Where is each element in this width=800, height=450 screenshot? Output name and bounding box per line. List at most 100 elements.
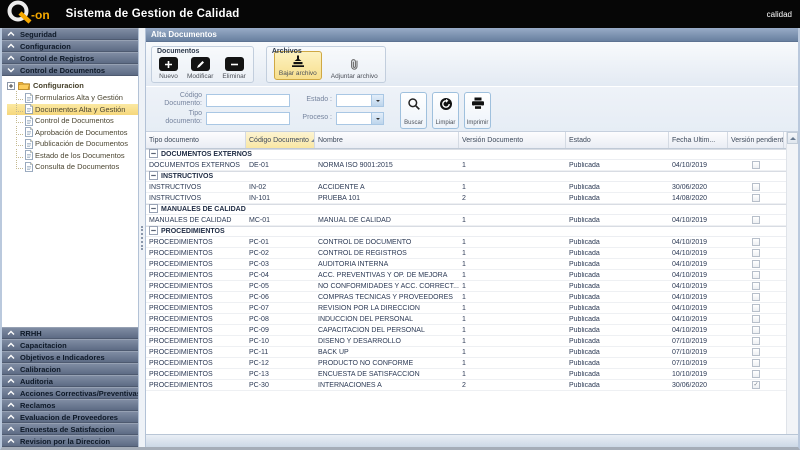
tipo-documento-input[interactable] [206, 112, 290, 125]
collapse-minus-icon[interactable] [149, 226, 158, 237]
table-row-pc-12[interactable]: PROCEDIMIENTOS PC-12 PRODUCTO NO CONFORM… [146, 358, 786, 369]
cell-version-documento: 1 [459, 184, 566, 191]
table-row-pc-03[interactable]: PROCEDIMIENTOS PC-03 AUDITORIA INTERNA 1… [146, 259, 786, 270]
action-button-imprimir[interactable]: Imprimir [464, 92, 491, 129]
collapse-minus-icon[interactable] [149, 171, 158, 182]
group-row-documentos-externos[interactable]: DOCUMENTOS EXTERNOS [146, 149, 786, 160]
table-row-mc-01[interactable]: MANUALES DE CALIDAD MC-01 MANUAL DE CALI… [146, 215, 786, 226]
pendiente-checkbox[interactable] [752, 337, 760, 345]
pendiente-checkbox[interactable] [752, 315, 760, 323]
table-row-pc-30[interactable]: PROCEDIMIENTOS PC-30 INTERNACIONES A 2 P… [146, 380, 786, 391]
pendiente-checkbox[interactable] [752, 348, 760, 356]
action-button-buscar[interactable]: Buscar [400, 92, 427, 129]
top-header-bar: -on Sistema de Gestion de Calidad calida… [0, 0, 800, 28]
sidebar-section-objetivos-e-indicadores[interactable]: Objetivos e Indicadores [2, 351, 138, 363]
sidebar-section-capacitacion[interactable]: Capacitacion [2, 339, 138, 351]
dropdown-arrow-icon[interactable] [371, 113, 383, 124]
tree-connector [16, 160, 23, 169]
table-row-pc-10[interactable]: PROCEDIMIENTOS PC-10 DISEÑO Y DESARROLLO… [146, 336, 786, 347]
proceso-select[interactable] [336, 112, 384, 125]
column-header-tipo-documento[interactable]: Tipo documento [146, 132, 246, 148]
pendiente-checkbox[interactable] [752, 161, 760, 169]
pendiente-checkbox[interactable] [752, 359, 760, 367]
cell-nombre: CAPACITACIÓN DEL PERSONAL [315, 327, 459, 334]
column-header-c-digo-documento[interactable]: Código Documento [246, 132, 315, 148]
dropdown-arrow-icon[interactable] [371, 95, 383, 106]
table-row-pc-08[interactable]: PROCEDIMIENTOS PC-08 INDUCCIÓN DEL PERSO… [146, 314, 786, 325]
sidebar-section-encuestas-de-satisfaccion[interactable]: Encuestas de Satisfaccion [2, 423, 138, 435]
action-button-limpiar[interactable]: Limpiar [432, 92, 459, 129]
tree-root-configuracion[interactable]: Configuracion [7, 79, 138, 92]
column-header-fecha-ultim[interactable]: Fecha Ultim... [669, 132, 728, 148]
column-header-nombre[interactable]: Nombre [315, 132, 459, 148]
sidebar-section-configuracion[interactable]: Configuracion [2, 40, 138, 52]
table-row-pc-13[interactable]: PROCEDIMIENTOS PC-13 ENCUESTA DE SATISFA… [146, 369, 786, 380]
tree-item-control-de-documentos[interactable]: Control de Documentos [7, 115, 138, 127]
table-row-in-02[interactable]: INSTRUCTIVOS IN-02 ACCIDENTE A 1 Publica… [146, 182, 786, 193]
table-row-in-101[interactable]: INSTRUCTIVOS IN-101 PRUEBA 101 2 Publica… [146, 193, 786, 204]
table-row-pc-06[interactable]: PROCEDIMIENTOS PC-06 COMPRAS TÉCNICAS Y … [146, 292, 786, 303]
table-row-pc-01[interactable]: PROCEDIMIENTOS PC-01 CONTROL DE DOCUMENT… [146, 237, 786, 248]
pendiente-checkbox[interactable] [752, 326, 760, 334]
toolbar-button-nuevo[interactable]: Nuevo [159, 57, 178, 80]
pendiente-checkbox[interactable] [752, 381, 760, 389]
collapse-minus-icon[interactable] [149, 204, 158, 215]
chevron-up-icon [7, 414, 15, 420]
table-row-pc-05[interactable]: PROCEDIMIENTOS PC-05 NO CONFORMIDADES Y … [146, 281, 786, 292]
sidebar-section-control-de-registros[interactable]: Control de Registros [2, 52, 138, 64]
pendiente-checkbox[interactable] [752, 194, 760, 202]
sidebar-section-seguridad[interactable]: Seguridad [2, 28, 138, 40]
group-row-instructivos[interactable]: INSTRUCTIVOS [146, 171, 786, 182]
expand-plus-icon[interactable] [7, 82, 15, 90]
sidebar-section-auditoria[interactable]: Auditoria [2, 375, 138, 387]
table-row-pc-07[interactable]: PROCEDIMIENTOS PC-07 REVISIÓN POR LA DIR… [146, 303, 786, 314]
pendiente-checkbox[interactable] [752, 260, 760, 268]
sidebar-section-acciones-correctivas-preventivas[interactable]: Acciones Correctivas/Preventivas [2, 387, 138, 399]
sidebar-splitter[interactable] [138, 28, 146, 447]
group-row-procedimientos[interactable]: PROCEDIMIENTOS [146, 226, 786, 237]
toolbar-button-adjuntar-archivo[interactable]: Adjuntar archivo [331, 57, 378, 80]
pendiente-checkbox[interactable] [752, 282, 760, 290]
sidebar-section-calibracion[interactable]: Calibracion [2, 363, 138, 375]
sidebar-section-revision-por-la-direccion[interactable]: Revision por la Direccion [2, 435, 138, 447]
grid-body: DOCUMENTOS EXTERNOS DOCUMENTOS EXTERNOS … [146, 149, 786, 391]
tree-item-publicaci-n-de-documentos[interactable]: Publicación de Documentos [7, 138, 138, 150]
toolbar-button-eliminar[interactable]: Eliminar [222, 57, 245, 80]
toolbar-button-bajar-archivo[interactable]: Bajar archivo [274, 51, 322, 80]
column-header-versi-n-pendiente-generaci-n[interactable]: Versión pendiente generación [728, 132, 784, 148]
pendiente-checkbox[interactable] [752, 293, 760, 301]
pendiente-checkbox[interactable] [752, 238, 760, 246]
table-row-pc-11[interactable]: PROCEDIMIENTOS PC-11 BACK UP 1 Publicada… [146, 347, 786, 358]
sidebar-section-reclamos[interactable]: Reclamos [2, 399, 138, 411]
estado-select[interactable] [336, 94, 384, 107]
pendiente-checkbox[interactable] [752, 304, 760, 312]
vertical-scrollbar[interactable] [786, 132, 798, 434]
pendiente-checkbox[interactable] [752, 183, 760, 191]
table-row-pc-04[interactable]: PROCEDIMIENTOS PC-04 ACC. PREVENTIVAS Y … [146, 270, 786, 281]
tree-item-formularios-alta-y-gesti-n[interactable]: Formularios Alta y Gestión [7, 92, 138, 104]
cell-version-pendiente [728, 315, 784, 323]
horizontal-scrollbar[interactable] [146, 434, 798, 447]
sidebar-section-rrhh[interactable]: RRHH [2, 327, 138, 339]
column-header-estado[interactable]: Estado [566, 132, 669, 148]
pendiente-checkbox[interactable] [752, 249, 760, 257]
tree-item-documentos-alta-y-gesti-n[interactable]: Documentos Alta y Gestión [7, 104, 138, 116]
pendiente-checkbox[interactable] [752, 216, 760, 224]
tree-item-estado-de-los-documentos[interactable]: Estado de los Documentos [7, 150, 138, 162]
table-row-de-01[interactable]: DOCUMENTOS EXTERNOS DE-01 NORMA ISO 9001… [146, 160, 786, 171]
column-header-versi-n-documento[interactable]: Versión Documento [459, 132, 566, 148]
scroll-up-icon[interactable] [787, 132, 798, 144]
group-row-manuales-de-calidad[interactable]: MANUALES DE CALIDAD [146, 204, 786, 215]
toolbar-button-modificar[interactable]: Modificar [187, 57, 213, 80]
sidebar-section-evaluacion-de-proveedores[interactable]: Evaluacion de Proveedores [2, 411, 138, 423]
table-row-pc-02[interactable]: PROCEDIMIENTOS PC-02 CONTROL DE REGISTRO… [146, 248, 786, 259]
collapse-minus-icon[interactable] [149, 149, 158, 160]
sidebar-section-control-de-documentos[interactable]: Control de Documentos [2, 64, 138, 76]
pendiente-checkbox[interactable] [752, 370, 760, 378]
tree-item-consulta-de-documentos[interactable]: Consulta de Documentos [7, 161, 138, 173]
table-row-pc-09[interactable]: PROCEDIMIENTOS PC-09 CAPACITACIÓN DEL PE… [146, 325, 786, 336]
estado-label: Estado : [294, 96, 332, 104]
pendiente-checkbox[interactable] [752, 271, 760, 279]
tree-item-aprobaci-n-de-documentos[interactable]: Aprobación de Documentos [7, 127, 138, 139]
codigo-documento-input[interactable] [206, 94, 290, 107]
